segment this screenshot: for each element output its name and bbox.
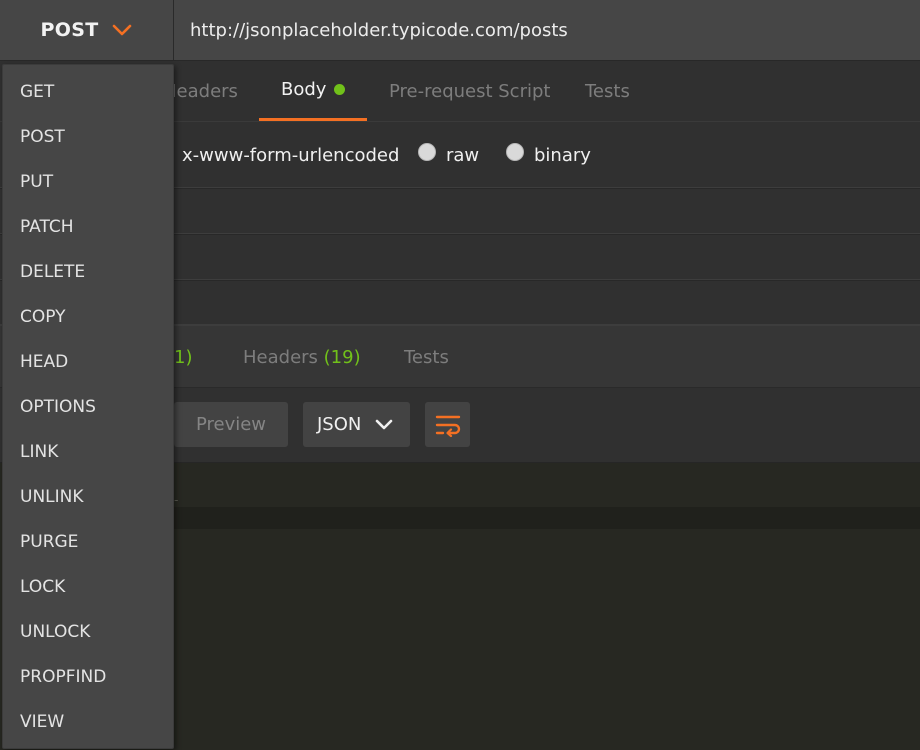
tab-response-headers[interactable]: Headers (19) (243, 326, 361, 389)
method-option-purge[interactable]: PURGE (3, 519, 173, 564)
method-option-options[interactable]: OPTIONS (3, 384, 173, 429)
method-option-delete[interactable]: DELETE (3, 249, 173, 294)
method-option-link[interactable]: LINK (3, 429, 173, 474)
method-dropdown-menu: GET POST PUT PATCH DELETE COPY HEAD OPTIONS LINK… (2, 64, 174, 749)
status-dot-icon (334, 84, 346, 95)
tab-tests[interactable]: Tests (585, 61, 630, 121)
method-option-post[interactable]: POST (3, 114, 173, 159)
preview-label: Preview (195, 414, 267, 435)
method-option-propfind[interactable]: PROPFIND (3, 654, 173, 699)
body-mode-raw-label: raw (446, 144, 480, 166)
active-line-highlight (174, 507, 920, 529)
postman-window: POST http://jsonplaceholder.typicode.com… (0, 0, 920, 750)
radio-binary[interactable] (506, 143, 524, 161)
tab-tests-label: Tests (585, 80, 630, 102)
tab-pre-request-script[interactable]: Pre-request Script (389, 61, 550, 121)
method-option-unlink[interactable]: UNLINK (3, 474, 173, 519)
format-label: JSON (317, 414, 362, 435)
method-option-head[interactable]: HEAD (3, 339, 173, 384)
body-mode-urlencoded-label: x-www-form-urlencoded (182, 144, 400, 166)
response-headers-count: (19) (323, 347, 361, 368)
format-select[interactable]: JSON (303, 402, 410, 447)
preview-button[interactable]: Preview (174, 402, 288, 447)
fold-marker: - (174, 493, 179, 507)
method-option-copy[interactable]: COPY (3, 294, 173, 339)
wrap-lines-button[interactable] (425, 402, 470, 447)
body-mode-urlencoded[interactable]: x-www-form-urlencoded (182, 122, 399, 188)
body-mode-raw[interactable]: raw (418, 122, 479, 188)
chevron-down-icon (113, 24, 132, 36)
response-tests-label: Tests (404, 347, 449, 368)
tab-pre-request-label: Pre-request Script (389, 80, 551, 102)
method-option-unlock[interactable]: UNLOCK (3, 609, 173, 654)
method-option-put[interactable]: PUT (3, 159, 173, 204)
body-mode-binary-label: binary (534, 144, 591, 166)
response-headers-label: Headers (243, 347, 318, 368)
method-option-get[interactable]: GET (3, 69, 173, 114)
tab-response-tests[interactable]: Tests (404, 326, 449, 389)
url-input[interactable]: http://jsonplaceholder.typicode.com/post… (174, 0, 920, 60)
response-body-count: 1) (174, 347, 193, 368)
url-text: http://jsonplaceholder.typicode.com/post… (190, 19, 568, 41)
tab-headers-label: Headers (163, 80, 238, 102)
wrap-lines-icon (435, 415, 460, 437)
method-option-patch[interactable]: PATCH (3, 204, 173, 249)
body-mode-binary[interactable]: binary (506, 122, 591, 188)
radio-raw[interactable] (418, 143, 436, 161)
tab-body-label: Body (281, 79, 327, 100)
chevron-down-icon (376, 419, 393, 429)
tab-headers[interactable]: Headers (163, 61, 238, 121)
method-select[interactable]: POST (0, 0, 174, 60)
tab-response-body[interactable]: 1) (174, 326, 192, 389)
method-option-lock[interactable]: LOCK (3, 564, 173, 609)
request-bar: POST http://jsonplaceholder.typicode.com… (0, 0, 920, 60)
tab-body[interactable]: Body (259, 61, 368, 121)
method-option-view[interactable]: VIEW (3, 699, 173, 744)
method-label: POST (40, 19, 99, 41)
